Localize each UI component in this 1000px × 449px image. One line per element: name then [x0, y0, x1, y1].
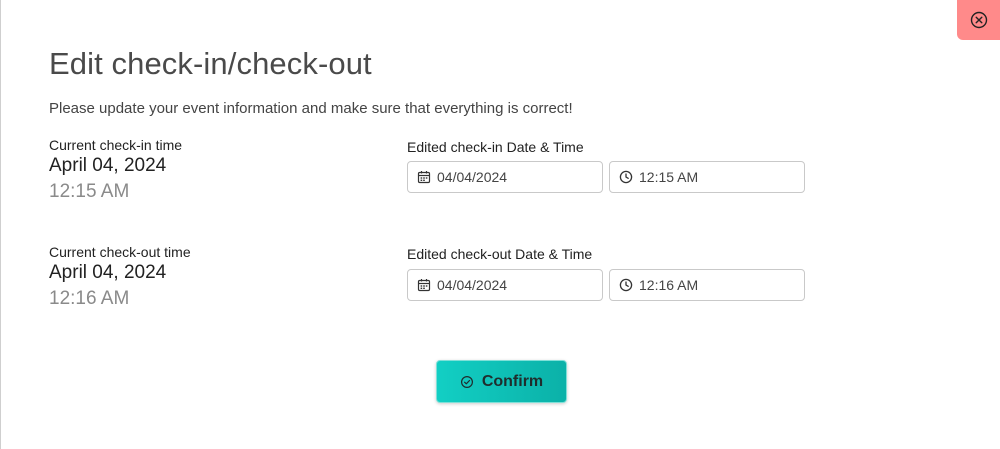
close-circle-icon — [970, 11, 988, 29]
checkin-date-field[interactable] — [407, 161, 603, 193]
clock-icon — [619, 170, 633, 184]
current-checkin-label: Current check-in time — [49, 137, 183, 153]
calendar-icon — [417, 170, 431, 184]
current-checkin-time: 12:15 AM — [49, 181, 130, 202]
modal-subtitle: Please update your event information and… — [49, 100, 573, 117]
checkout-date-field[interactable] — [407, 269, 603, 301]
checkin-date-input[interactable] — [437, 169, 577, 185]
current-checkout-time: 12:16 AM — [49, 288, 130, 309]
modal-title: Edit check-in/check-out — [49, 46, 372, 81]
checkin-time-input[interactable] — [639, 169, 779, 185]
clock-icon — [619, 278, 633, 292]
close-button[interactable] — [957, 0, 1000, 40]
current-checkin-date: April 04, 2024 — [49, 155, 167, 176]
checkout-time-field[interactable] — [609, 269, 805, 301]
confirm-button[interactable]: Confirm — [436, 360, 567, 403]
current-checkout-date: April 04, 2024 — [49, 262, 167, 283]
edit-checkin-modal: Edit check-in/check-out Please update yo… — [0, 0, 1000, 449]
current-checkout-label: Current check-out time — [49, 244, 191, 260]
confirm-label: Confirm — [481, 372, 544, 390]
edited-checkout-label: Edited check-out Date & Time — [407, 246, 593, 262]
checkout-date-input[interactable] — [437, 277, 577, 293]
checkout-time-input[interactable] — [639, 277, 779, 293]
edited-checkin-label: Edited check-in Date & Time — [407, 139, 584, 155]
check-circle-icon — [460, 375, 474, 389]
checkin-time-field[interactable] — [609, 161, 805, 193]
calendar-icon — [417, 278, 431, 292]
